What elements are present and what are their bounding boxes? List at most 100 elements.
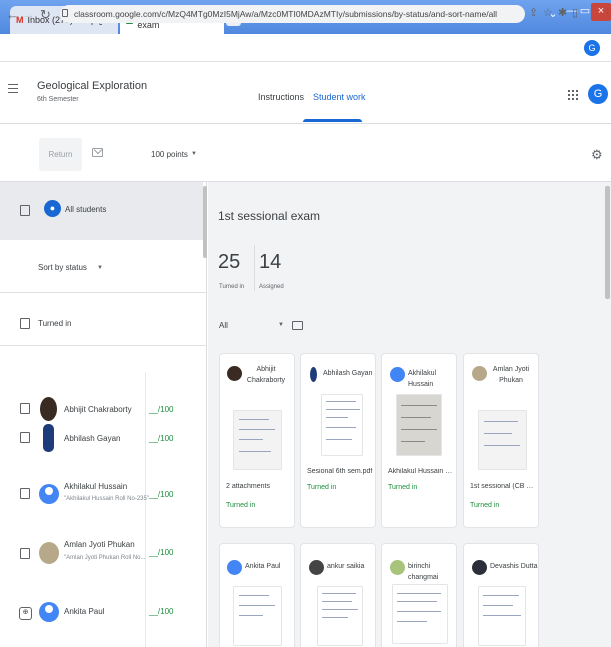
scrollbar[interactable] xyxy=(605,186,610,299)
folder-icon[interactable] xyxy=(292,321,303,330)
avatar xyxy=(310,367,317,382)
filter-select[interactable]: All xyxy=(219,321,228,330)
attachment-thumbnail xyxy=(233,586,282,646)
back-icon[interactable]: ← xyxy=(6,7,19,22)
attachment-name: 1st sessional (CB sir)... xyxy=(470,483,536,490)
sort-select[interactable]: Sort by status xyxy=(38,263,87,272)
assigned-count[interactable]: 14 xyxy=(259,251,281,274)
table-row[interactable]: Akhilakul Hussain "Akhilakul Hussain Rol… xyxy=(0,470,203,520)
submission-card[interactable]: Abhijit Chakraborty 2 attachments Turned… xyxy=(219,353,295,528)
attachment-thumbnail xyxy=(233,410,282,470)
all-students-label: All students xyxy=(65,205,107,214)
attachment-thumbnail xyxy=(392,584,448,644)
share-icon[interactable]: ⇪ xyxy=(529,6,538,19)
private-comment: "Amlan Jyoti Phukan Roll No... xyxy=(64,555,146,561)
student-name: Ankita Paul xyxy=(64,607,105,616)
maximize-icon[interactable]: ▭ xyxy=(579,3,591,21)
tab-instructions[interactable]: Instructions xyxy=(258,92,304,102)
account-avatar[interactable]: G xyxy=(588,84,608,104)
address-bar xyxy=(0,34,611,62)
status-label: Turned in xyxy=(470,502,500,509)
lock-icon xyxy=(62,9,68,17)
attachment-name: 2 attachments xyxy=(226,483,270,490)
avatar xyxy=(472,366,487,381)
grade-field[interactable]: __/100 xyxy=(149,607,173,616)
student-name: Abhijit Chakraborty xyxy=(246,366,286,384)
scrollbar[interactable] xyxy=(203,186,207,258)
select-turned-in-checkbox[interactable] xyxy=(20,318,30,329)
submission-card[interactable]: ankur saikia xyxy=(300,543,376,647)
avatar xyxy=(390,367,405,382)
submission-card[interactable]: Amlan Jyoti Phukan 1st sessional (CB sir… xyxy=(463,353,539,528)
grade-field[interactable]: __/100 xyxy=(149,548,173,557)
status-label: Turned in xyxy=(307,484,337,491)
submission-card[interactable]: birinchi changmai xyxy=(381,543,457,647)
attachment-thumbnail xyxy=(321,394,363,456)
email-icon[interactable] xyxy=(92,148,103,157)
grade-field[interactable]: __/100 xyxy=(149,434,173,443)
student-name: Abhilash Gayan xyxy=(64,434,121,443)
status-label: Turned in xyxy=(226,502,256,509)
assigned-label: Assigned xyxy=(259,284,284,290)
row-checkbox[interactable] xyxy=(20,432,30,443)
submission-card[interactable]: Abhilash Gayan Sesional 6th sem.pdf Turn… xyxy=(300,353,376,528)
avatar xyxy=(472,560,487,575)
menu-icon[interactable] xyxy=(8,84,18,93)
table-row[interactable]: ⊕ Ankita Paul __/100 xyxy=(0,590,203,640)
url-input[interactable]: classroom.google.com/c/MzQ4MTg0MzI5MjAw/… xyxy=(60,5,525,23)
chevron-down-icon[interactable]: ▼ xyxy=(97,265,103,271)
grade-field[interactable]: __/100 xyxy=(149,490,173,499)
avatar xyxy=(39,484,59,504)
tab-student-work[interactable]: Student work xyxy=(313,92,366,102)
apps-grid-icon[interactable] xyxy=(568,90,578,100)
table-row[interactable]: Amlan Jyoti Phukan "Amlan Jyoti Phukan R… xyxy=(0,530,203,580)
submission-card[interactable]: Ankita Paul xyxy=(219,543,295,647)
turned-in-count[interactable]: 25 xyxy=(218,251,240,274)
group-icon: ● xyxy=(44,200,61,217)
forward-icon[interactable]: → xyxy=(22,7,35,22)
more-vert-icon[interactable]: ⋮ xyxy=(602,6,611,19)
active-tab-indicator xyxy=(303,119,362,122)
star-icon[interactable]: ☆ xyxy=(543,6,553,19)
row-checkbox[interactable] xyxy=(20,403,30,414)
avatar xyxy=(309,560,324,575)
group-label-turned-in: Turned in xyxy=(38,319,72,328)
gear-icon[interactable]: ⚙ xyxy=(591,147,603,163)
student-name: Akhilakul Hussain xyxy=(64,482,128,491)
points-select[interactable]: 100 points xyxy=(151,150,188,159)
chevron-down-icon[interactable]: ▼ xyxy=(278,322,284,328)
divider xyxy=(0,292,207,293)
classroom-header xyxy=(0,62,611,124)
class-title[interactable]: Geological Exploration xyxy=(37,80,147,92)
extensions-icon[interactable]: ✱ xyxy=(558,6,567,19)
profile-avatar[interactable]: G xyxy=(584,40,600,56)
table-row[interactable]: Abhilash Gayan __/100 xyxy=(0,414,203,464)
grade-field[interactable]: __/100 xyxy=(149,405,173,414)
submission-card[interactable]: Akhilakul Hussain Akhilakul Hussain 1st … xyxy=(381,353,457,528)
attachment-thumbnail xyxy=(478,586,526,646)
row-checkbox[interactable] xyxy=(20,488,30,499)
student-name: Akhilakul Hussain xyxy=(408,370,437,388)
avatar xyxy=(227,560,242,575)
row-checkbox[interactable] xyxy=(20,548,30,559)
reload-icon[interactable]: ↻ xyxy=(40,7,51,23)
return-button[interactable]: Return xyxy=(39,138,82,171)
private-comment: "Akhilakul Hussain Roll No-235" xyxy=(64,496,149,502)
chevron-down-icon[interactable]: ▼ xyxy=(191,151,197,157)
row-checkbox[interactable]: ⊕ xyxy=(19,607,32,620)
student-name: Amlan Jyoti Phukan xyxy=(492,366,530,384)
assignment-title: 1st sessional exam xyxy=(218,209,321,223)
attachment-thumbnail xyxy=(317,586,363,646)
avatar xyxy=(39,542,59,564)
sidepanel-icon[interactable]: ▯ xyxy=(572,6,578,19)
class-section: 6th Semester xyxy=(37,96,79,103)
attachment-name: Sesional 6th sem.pdf xyxy=(307,468,373,475)
attachment-name: Akhilakul Hussain 1st ... xyxy=(388,468,454,475)
submission-card[interactable]: Devashis Dutta xyxy=(463,543,539,647)
student-name: ankur saikia xyxy=(327,563,365,570)
select-all-checkbox[interactable] xyxy=(20,205,30,216)
student-name: Abhijit Chakraborty xyxy=(64,405,132,414)
divider xyxy=(254,245,255,291)
student-name: Ankita Paul xyxy=(245,563,281,570)
avatar xyxy=(390,560,405,575)
